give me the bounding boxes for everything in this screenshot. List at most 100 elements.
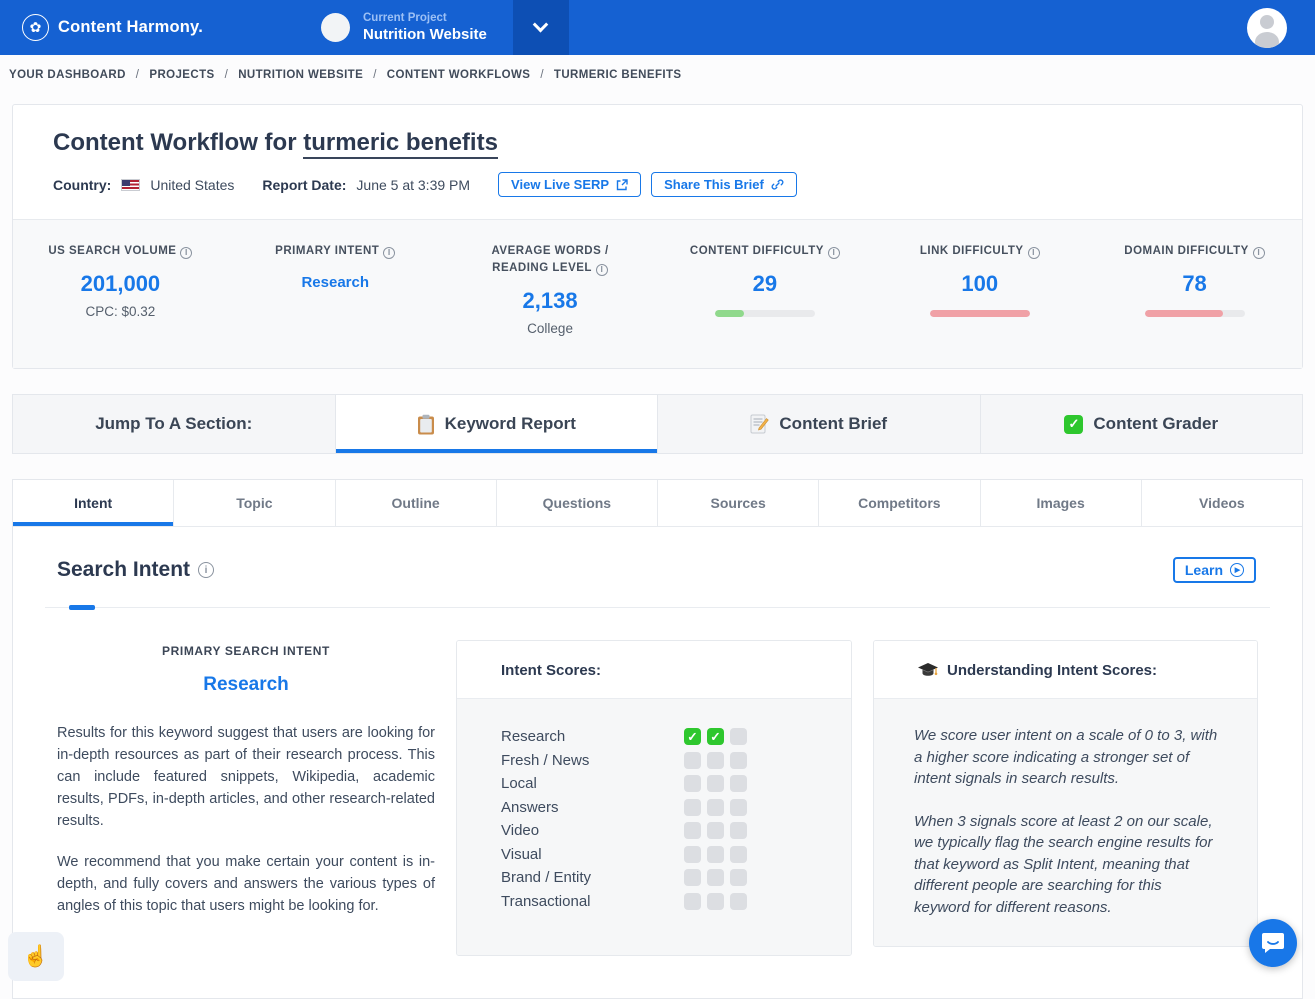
score-empty-cell (684, 893, 701, 910)
tab-topic[interactable]: Topic (174, 480, 335, 526)
score-cells: ✓✓ (684, 728, 747, 745)
current-project-switcher[interactable]: Current Project Nutrition Website (321, 12, 487, 43)
score-empty-cell (684, 799, 701, 816)
tab-videos[interactable]: Videos (1142, 480, 1302, 526)
score-empty-cell (707, 799, 724, 816)
jump-content-brief[interactable]: Content Brief (657, 395, 980, 453)
breadcrumb-dashboard[interactable]: YOUR DASHBOARD (9, 69, 126, 81)
score-row: Visual (501, 843, 827, 867)
info-icon[interactable] (1028, 247, 1040, 259)
info-icon[interactable] (1253, 247, 1265, 259)
stat-average-words: AVERAGE WORDS / READING LEVEL 2,138 Coll… (443, 243, 658, 336)
breadcrumb-nutrition-website[interactable]: NUTRITION WEBSITE (238, 69, 363, 81)
info-icon[interactable] (180, 247, 192, 259)
score-row-label: Brand / Entity (501, 869, 684, 886)
difficulty-bar-fill (1145, 310, 1223, 317)
report-tabs: Intent Topic Outline Questions Sources C… (13, 480, 1302, 527)
current-project-label: Current Project (363, 12, 487, 24)
tab-intent[interactable]: Intent (13, 480, 174, 526)
score-cells (684, 893, 747, 910)
stat-value: 100 (872, 271, 1087, 297)
stat-sub: College (443, 321, 658, 336)
user-avatar[interactable] (1247, 8, 1287, 48)
breadcrumb: YOUR DASHBOARD / PROJECTS / NUTRITION WE… (0, 55, 1315, 94)
difficulty-bar-fill (930, 310, 1030, 317)
score-row: Answers (501, 796, 827, 820)
intent-scores-title: Intent Scores: (457, 641, 851, 699)
breadcrumb-projects[interactable]: PROJECTS (149, 69, 214, 81)
score-empty-cell (730, 728, 747, 745)
difficulty-bar (930, 310, 1030, 317)
score-empty-cell (684, 869, 701, 886)
difficulty-bar-fill (715, 310, 744, 317)
section-divider (45, 607, 1270, 608)
chevron-down-icon (533, 17, 549, 33)
intent-scores-list: Research✓✓ Fresh / News Local Answers Vi… (457, 699, 851, 955)
external-link-icon (616, 179, 628, 191)
score-row: Research✓✓ (501, 725, 827, 749)
stat-label: CONTENT DIFFICULTY (690, 245, 824, 257)
tab-outline[interactable]: Outline (336, 480, 497, 526)
view-live-serp-label: View Live SERP (511, 177, 609, 192)
page-title-prefix: Content Workflow for (53, 129, 303, 156)
stat-value: 29 (657, 271, 872, 297)
score-row-label: Research (501, 728, 684, 745)
share-brief-label: Share This Brief (664, 177, 764, 192)
score-empty-cell (684, 846, 701, 863)
stat-value: 2,138 (443, 288, 658, 314)
info-icon[interactable] (198, 562, 214, 578)
score-empty-cell (707, 752, 724, 769)
stat-label: LINK DIFFICULTY (920, 245, 1024, 257)
score-cells (684, 822, 747, 839)
brand-name: Content Harmony. (58, 18, 203, 37)
keyword-report-card: Intent Topic Outline Questions Sources C… (12, 479, 1303, 999)
country-label: Country: (53, 177, 111, 193)
share-brief-button[interactable]: Share This Brief (651, 172, 797, 197)
view-live-serp-button[interactable]: View Live SERP (498, 172, 641, 197)
score-row-label: Visual (501, 846, 684, 863)
score-cells (684, 846, 747, 863)
info-icon[interactable] (828, 247, 840, 259)
primary-intent-label: PRIMARY SEARCH INTENT (57, 644, 435, 658)
tab-competitors[interactable]: Competitors (819, 480, 980, 526)
person-icon (1260, 15, 1274, 29)
score-cells (684, 752, 747, 769)
score-row: Brand / Entity (501, 866, 827, 890)
jump-content-brief-label: Content Brief (779, 414, 887, 434)
score-empty-cell (730, 822, 747, 839)
breadcrumb-separator: / (136, 69, 140, 81)
scroll-indicator (69, 605, 95, 610)
stat-us-search-volume: US SEARCH VOLUME 201,000 CPC: $0.32 (13, 243, 228, 336)
feedback-widget[interactable]: ☝ (8, 932, 64, 981)
breadcrumb-turmeric-benefits[interactable]: TURMERIC BENEFITS (554, 69, 682, 81)
current-project-name: Nutrition Website (363, 26, 487, 43)
brand-logo[interactable]: ✿ Content Harmony. (22, 14, 203, 41)
understanding-paragraph-1: We score user intent on a scale of 0 to … (914, 725, 1219, 790)
tab-sources[interactable]: Sources (658, 480, 819, 526)
tab-questions[interactable]: Questions (497, 480, 658, 526)
score-empty-cell (707, 775, 724, 792)
page-title-keyword: turmeric benefits (303, 129, 498, 159)
project-dropdown-button[interactable] (513, 0, 569, 55)
jump-content-grader[interactable]: ✓ Content Grader (980, 395, 1303, 453)
score-row: Local (501, 772, 827, 796)
jump-bar-label: Jump To A Section: (13, 395, 335, 453)
info-icon[interactable] (383, 247, 395, 259)
stat-primary-intent: PRIMARY INTENT Research (228, 243, 443, 336)
score-row-label: Transactional (501, 893, 684, 910)
page-title: Content Workflow for turmeric benefits (53, 129, 1262, 157)
info-icon[interactable] (596, 264, 608, 276)
tab-images[interactable]: Images (981, 480, 1142, 526)
learn-button[interactable]: Learn (1173, 557, 1256, 583)
jump-keyword-report[interactable]: Keyword Report (335, 395, 658, 453)
stat-link-difficulty: LINK DIFFICULTY 100 (872, 243, 1087, 336)
stat-sub: CPC: $0.32 (13, 304, 228, 319)
lotus-logo-icon: ✿ (22, 14, 49, 41)
score-row-label: Answers (501, 799, 684, 816)
breadcrumb-content-workflows[interactable]: CONTENT WORKFLOWS (387, 69, 531, 81)
chat-launcher-button[interactable] (1249, 919, 1297, 967)
breadcrumb-separator: / (225, 69, 229, 81)
score-row-label: Fresh / News (501, 752, 684, 769)
stat-value: 201,000 (13, 271, 228, 297)
link-chain-icon (771, 178, 784, 191)
